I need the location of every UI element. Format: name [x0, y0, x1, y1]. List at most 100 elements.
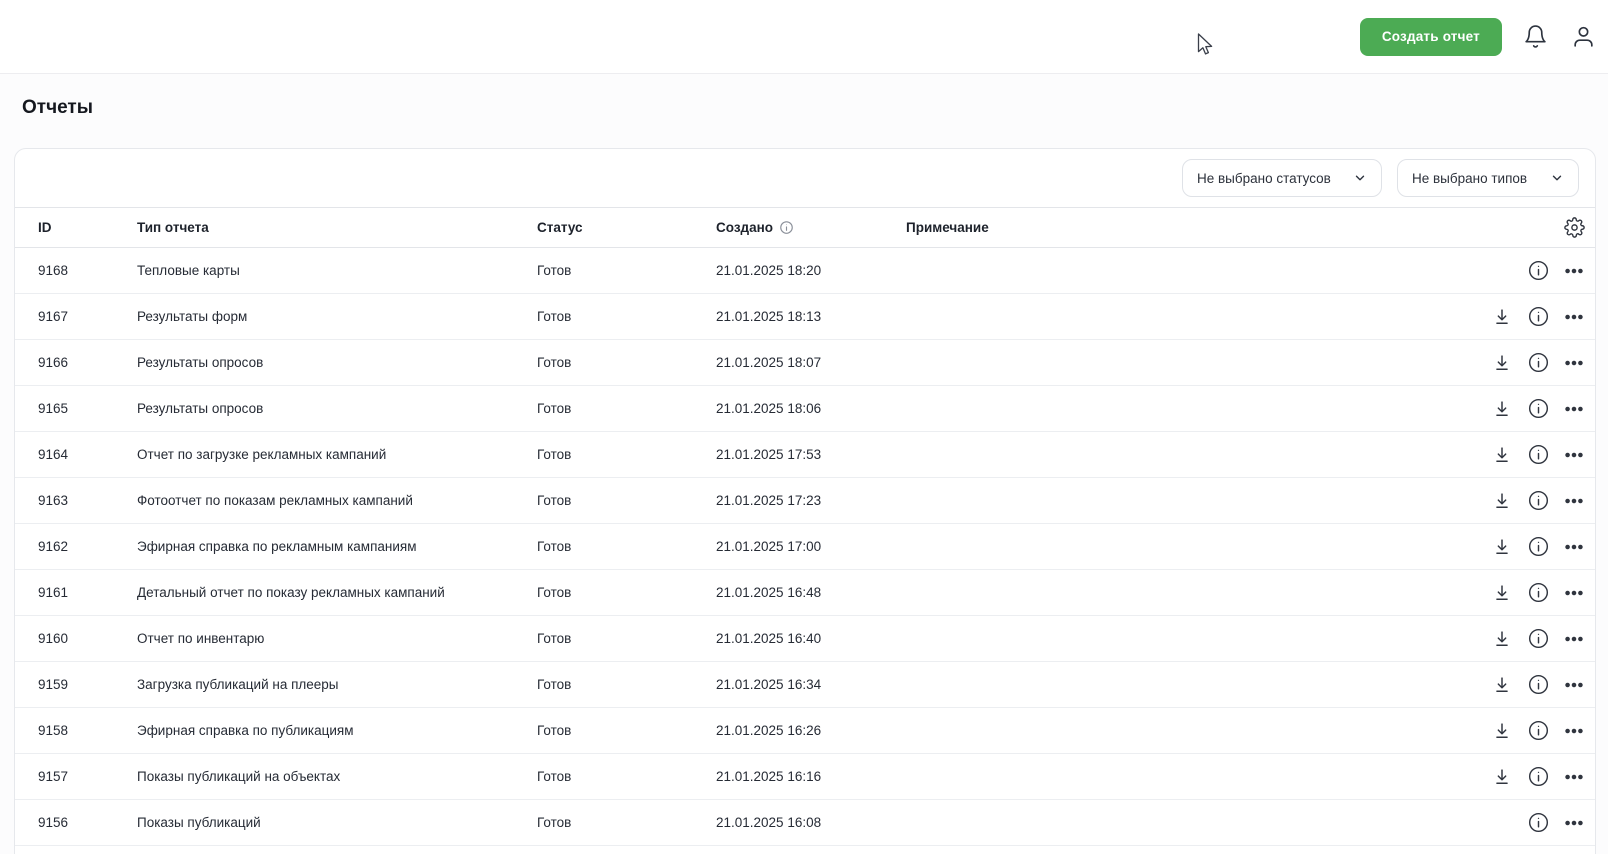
kebab-menu-icon — [1563, 444, 1585, 466]
download-button[interactable] — [1489, 718, 1515, 744]
row-menu-button[interactable] — [1561, 304, 1587, 330]
cell-created: 21.01.2025 17:00 — [716, 539, 906, 554]
row-menu-button[interactable] — [1561, 810, 1587, 836]
table-header: ID Тип отчета Статус Создано Примечание — [15, 207, 1595, 248]
column-header-status: Статус — [537, 220, 716, 235]
status-filter-dropdown[interactable]: Не выбрано статусов — [1182, 159, 1382, 197]
row-menu-button[interactable] — [1561, 442, 1587, 468]
table-row[interactable]: 9164 Отчет по загрузке рекламных кампани… — [15, 432, 1595, 478]
table-row[interactable]: 9156 Показы публикаций Готов 21.01.2025 … — [15, 800, 1595, 846]
cell-report-type: Фотоотчет по показам рекламных кампаний — [137, 493, 537, 508]
kebab-menu-icon — [1563, 766, 1585, 788]
chevron-down-icon — [1540, 171, 1564, 185]
info-button[interactable] — [1525, 810, 1551, 836]
cell-created: 21.01.2025 16:48 — [716, 585, 906, 600]
cell-created: 21.01.2025 18:13 — [716, 309, 906, 324]
cell-status: Готов — [537, 355, 716, 370]
cell-status: Готов — [537, 815, 716, 830]
row-menu-button[interactable] — [1561, 534, 1587, 560]
download-button[interactable] — [1489, 580, 1515, 606]
info-circle-icon — [1527, 673, 1550, 696]
table-row[interactable]: 9162 Эфирная справка по рекламным кампан… — [15, 524, 1595, 570]
info-button[interactable] — [1525, 396, 1551, 422]
download-button[interactable] — [1489, 626, 1515, 652]
info-circle-icon — [1527, 719, 1550, 742]
info-button[interactable] — [1525, 718, 1551, 744]
info-button[interactable] — [1525, 442, 1551, 468]
cell-id: 9157 — [38, 769, 137, 784]
type-filter-dropdown[interactable]: Не выбрано типов — [1397, 159, 1579, 197]
table-row[interactable]: 9161 Детальный отчет по показу рекламных… — [15, 570, 1595, 616]
create-report-button[interactable]: Создать отчет — [1360, 18, 1502, 56]
download-icon — [1491, 720, 1513, 742]
cell-status: Готов — [537, 493, 716, 508]
cell-created: 21.01.2025 16:26 — [716, 723, 906, 738]
filter-bar: Не выбрано статусов Не выбрано типов — [15, 149, 1595, 207]
kebab-menu-icon — [1563, 352, 1585, 374]
download-button[interactable] — [1489, 672, 1515, 698]
table-row[interactable]: 9158 Эфирная справка по публикациям Гото… — [15, 708, 1595, 754]
download-button[interactable] — [1489, 442, 1515, 468]
cell-status: Готов — [537, 631, 716, 646]
table-row[interactable]: 9165 Результаты опросов Готов 21.01.2025… — [15, 386, 1595, 432]
download-icon — [1491, 306, 1513, 328]
type-filter-label: Не выбрано типов — [1412, 171, 1527, 186]
bell-icon — [1523, 24, 1548, 49]
info-button[interactable] — [1525, 764, 1551, 790]
info-button[interactable] — [1525, 304, 1551, 330]
info-button[interactable] — [1525, 672, 1551, 698]
download-icon — [1491, 352, 1513, 374]
info-circle-icon[interactable] — [779, 220, 794, 235]
download-button[interactable] — [1489, 304, 1515, 330]
row-menu-button[interactable] — [1561, 672, 1587, 698]
info-button[interactable] — [1525, 488, 1551, 514]
download-button[interactable] — [1489, 396, 1515, 422]
table-row[interactable]: 9167 Результаты форм Готов 21.01.2025 18… — [15, 294, 1595, 340]
kebab-menu-icon — [1563, 674, 1585, 696]
download-icon — [1491, 582, 1513, 604]
kebab-menu-icon — [1563, 628, 1585, 650]
table-body: 9168 Тепловые карты Готов 21.01.2025 18:… — [15, 248, 1595, 846]
table-row[interactable]: 9168 Тепловые карты Готов 21.01.2025 18:… — [15, 248, 1595, 294]
cell-status: Готов — [537, 585, 716, 600]
row-menu-button[interactable] — [1561, 764, 1587, 790]
row-menu-button[interactable] — [1561, 350, 1587, 376]
info-button[interactable] — [1525, 626, 1551, 652]
chevron-down-icon — [1343, 171, 1367, 185]
row-menu-button[interactable] — [1561, 396, 1587, 422]
table-settings-button[interactable] — [1561, 215, 1587, 241]
cell-id: 9168 — [38, 263, 137, 278]
cell-id: 9167 — [38, 309, 137, 324]
row-menu-button[interactable] — [1561, 626, 1587, 652]
info-circle-icon — [1527, 765, 1550, 788]
column-header-id: ID — [38, 220, 137, 235]
download-button[interactable] — [1489, 488, 1515, 514]
row-menu-button[interactable] — [1561, 488, 1587, 514]
row-actions — [1483, 442, 1587, 468]
download-button[interactable] — [1489, 350, 1515, 376]
table-row[interactable]: 9159 Загрузка публикаций на плееры Готов… — [15, 662, 1595, 708]
notifications-button[interactable] — [1520, 22, 1550, 52]
table-row[interactable]: 9163 Фотоотчет по показам рекламных камп… — [15, 478, 1595, 524]
table-row[interactable]: 9160 Отчет по инвентарю Готов 21.01.2025… — [15, 616, 1595, 662]
download-icon — [1491, 444, 1513, 466]
row-menu-button[interactable] — [1561, 258, 1587, 284]
page-title: Отчеты — [22, 97, 93, 119]
cell-id: 9161 — [38, 585, 137, 600]
cell-created: 21.01.2025 16:34 — [716, 677, 906, 692]
profile-button[interactable] — [1568, 22, 1598, 52]
info-button[interactable] — [1525, 350, 1551, 376]
info-button[interactable] — [1525, 534, 1551, 560]
row-menu-button[interactable] — [1561, 580, 1587, 606]
kebab-menu-icon — [1563, 306, 1585, 328]
info-button[interactable] — [1525, 580, 1551, 606]
cell-id: 9156 — [38, 815, 137, 830]
cell-status: Готов — [537, 309, 716, 324]
download-button[interactable] — [1489, 534, 1515, 560]
cell-created: 21.01.2025 18:20 — [716, 263, 906, 278]
row-menu-button[interactable] — [1561, 718, 1587, 744]
info-button[interactable] — [1525, 258, 1551, 284]
download-button[interactable] — [1489, 764, 1515, 790]
table-row[interactable]: 9166 Результаты опросов Готов 21.01.2025… — [15, 340, 1595, 386]
table-row[interactable]: 9157 Показы публикаций на объектах Готов… — [15, 754, 1595, 800]
